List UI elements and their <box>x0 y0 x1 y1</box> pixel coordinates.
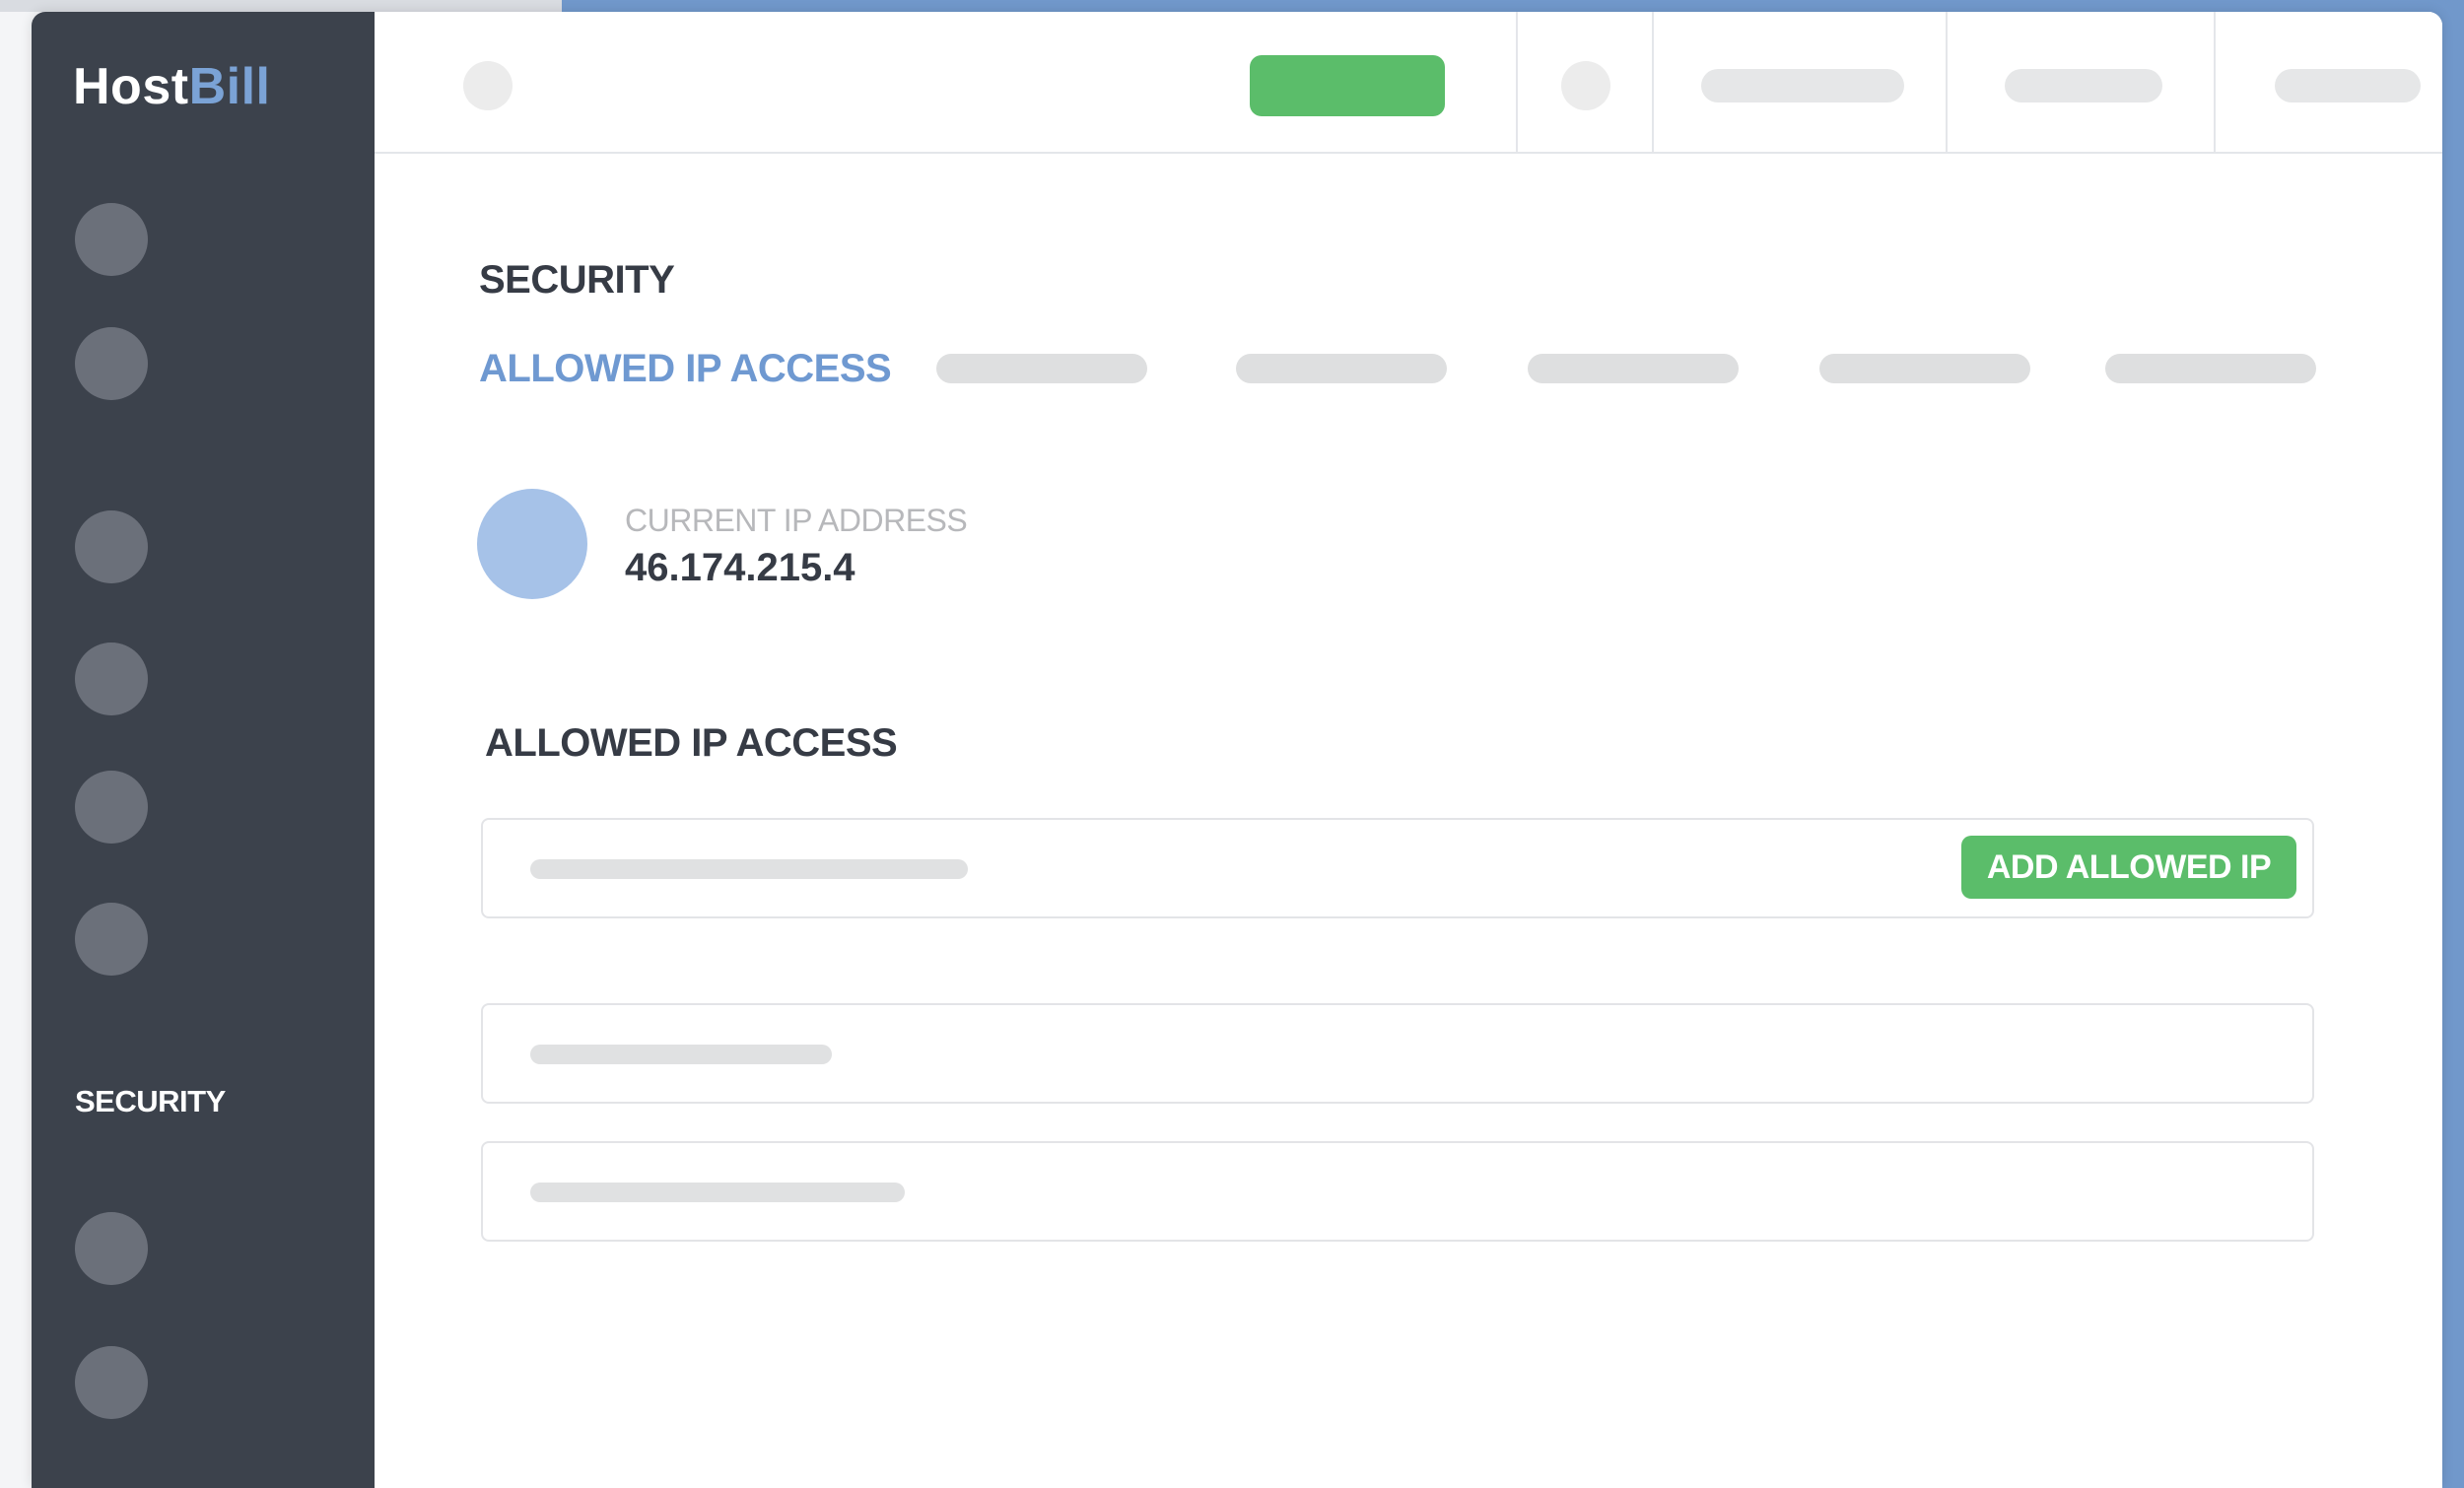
tab-placeholder[interactable] <box>2105 354 2316 383</box>
tab-placeholder[interactable] <box>1236 354 1447 383</box>
allowed-ip-list-title: ALLOWED IP ACCESS <box>485 721 898 765</box>
sidebar-nav-icon[interactable] <box>75 643 148 715</box>
add-allowed-ip-button[interactable]: ADD ALLOWED IP <box>1961 836 2296 899</box>
top-bar-icon[interactable] <box>463 61 513 110</box>
logo-host-text: Host <box>73 58 189 115</box>
sidebar-nav-icon[interactable] <box>75 1212 148 1285</box>
tab-placeholder[interactable] <box>1528 354 1739 383</box>
sidebar-nav-icon[interactable] <box>75 1346 148 1419</box>
sidebar-nav-icon[interactable] <box>75 903 148 976</box>
hostbill-logo[interactable]: HostBill <box>73 57 270 116</box>
top-divider <box>1946 12 1948 152</box>
top-divider <box>2214 12 2216 152</box>
sidebar-nav-icon[interactable] <box>75 510 148 583</box>
main-content: SECURITY ALLOWED IP ACCESS CURRENT IP AD… <box>375 154 2442 1488</box>
tab-placeholder[interactable] <box>936 354 1147 383</box>
top-menu-item[interactable] <box>2275 69 2421 102</box>
list-item <box>481 1003 2314 1104</box>
top-menu-item[interactable] <box>2005 69 2162 102</box>
top-divider <box>1652 12 1654 152</box>
top-menu-item[interactable] <box>1701 69 1904 102</box>
sidebar: HostBill SECURITY <box>32 12 375 1488</box>
list-item <box>481 1141 2314 1242</box>
tab-placeholder[interactable] <box>1819 354 2030 383</box>
sidebar-item-security[interactable]: SECURITY <box>75 1084 226 1119</box>
allowed-ip-input-row: ADD ALLOWED IP <box>481 818 2314 918</box>
top-divider <box>1516 12 1518 152</box>
logo-bill-text: Bill <box>188 58 271 115</box>
app-window: HostBill SECURITY SECURITY ALLOWED IP AC… <box>32 12 2442 1488</box>
sidebar-nav-icon[interactable] <box>75 327 148 400</box>
page-title: SECURITY <box>479 258 675 302</box>
current-ip-label: CURRENT IP ADDRESS <box>625 503 968 538</box>
current-ip-value: 46.174.215.4 <box>625 546 856 589</box>
top-action-button[interactable] <box>1250 55 1445 116</box>
sidebar-nav-icon[interactable] <box>75 771 148 844</box>
tab-allowed-ip-access[interactable]: ALLOWED IP ACCESS <box>479 347 892 391</box>
top-bar-icon[interactable] <box>1561 61 1610 110</box>
list-item-text <box>530 1183 905 1202</box>
background-left-edge <box>0 0 562 12</box>
sidebar-nav-icon[interactable] <box>75 203 148 276</box>
top-bar <box>375 12 2442 154</box>
ip-avatar-icon <box>477 489 587 599</box>
ip-input-placeholder[interactable] <box>530 859 968 879</box>
list-item-text <box>530 1045 832 1064</box>
